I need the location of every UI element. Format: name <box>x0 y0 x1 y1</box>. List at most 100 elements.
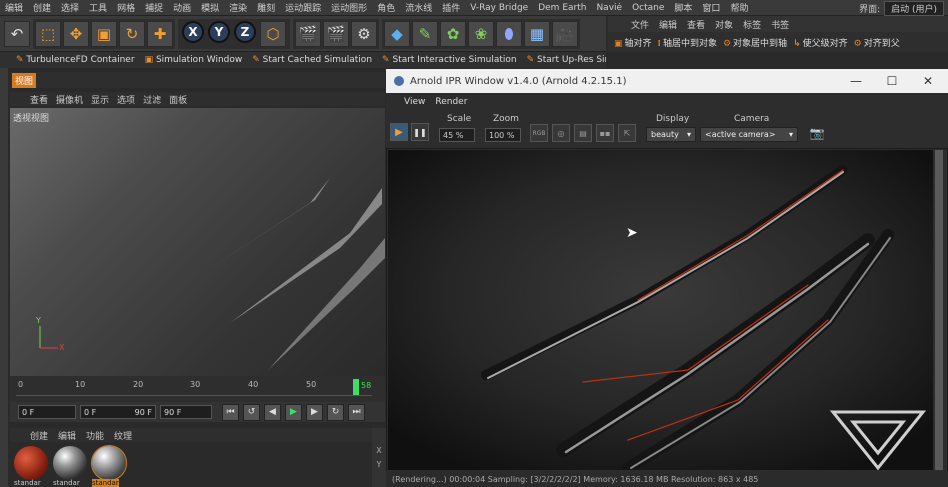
floor-icon[interactable]: ▦ <box>524 20 550 47</box>
mat-menu-create[interactable]: 创建 <box>30 429 48 442</box>
tab-simulation-window[interactable]: ▣ Simulation Window <box>145 55 243 65</box>
select-icon[interactable]: ⬚ <box>35 20 61 47</box>
start-frame-field[interactable]: 0 F <box>18 405 76 419</box>
go-to-end-icon[interactable]: ⏭ <box>348 403 365 421</box>
obj-menu-file[interactable]: 文件 <box>626 18 654 31</box>
snapshot-camera-icon[interactable]: 📷 <box>808 124 826 142</box>
vp-menu-panel[interactable]: 面板 <box>169 93 187 106</box>
globe-icon[interactable]: ◎ <box>552 124 570 142</box>
next-key-icon[interactable]: ↻ <box>327 403 344 421</box>
z-axis-button[interactable]: Z <box>234 20 256 43</box>
vp-menu-view[interactable]: 查看 <box>30 93 48 106</box>
export-icon[interactable]: ⇱ <box>618 124 636 142</box>
tab-start-cached[interactable]: ✎ Start Cached Simulation <box>252 55 372 65</box>
display-select[interactable]: beauty ▾ <box>646 127 696 142</box>
perspective-viewport[interactable]: Y X <box>10 108 385 376</box>
render-view-icon[interactable]: 🎬 <box>295 20 321 47</box>
compare-icon[interactable]: ▪▪ <box>596 124 614 142</box>
material-swatch-metal[interactable] <box>53 446 87 480</box>
axis-align-button[interactable]: ▣ 轴对齐 <box>614 36 652 49</box>
render-to-picture-viewer-icon[interactable]: 🎬 <box>323 20 349 47</box>
pen-icon[interactable]: ✎ <box>412 20 438 47</box>
x-axis-button[interactable]: X <box>182 20 204 43</box>
mat-menu-function[interactable]: 功能 <box>86 429 104 442</box>
axis-center-button[interactable]: ⁞ 轴居中到对象 <box>658 36 717 49</box>
vp-menu-options[interactable]: 选项 <box>117 93 135 106</box>
obj-menu-tags[interactable]: 标签 <box>738 18 766 31</box>
y-axis-button[interactable]: Y <box>208 20 230 43</box>
menu-item-6[interactable]: 动画 <box>168 1 196 14</box>
menu-item-4[interactable]: 网格 <box>112 1 140 14</box>
playhead-marker[interactable] <box>353 379 359 395</box>
menu-item-3[interactable]: 工具 <box>84 1 112 14</box>
obj-menu-edit[interactable]: 编辑 <box>654 18 682 31</box>
close-icon[interactable]: ✕ <box>910 69 946 93</box>
tab-turbulence-container[interactable]: ✎ TurbulenceFD Container <box>16 55 135 65</box>
play-icon[interactable]: ▶ <box>285 403 302 421</box>
menu-item-1[interactable]: 创建 <box>28 1 56 14</box>
obj-menu-object[interactable]: 对象 <box>710 18 738 31</box>
camera-icon[interactable]: 🎥 <box>552 20 578 47</box>
array-icon[interactable]: ❀ <box>468 20 494 47</box>
prev-key-icon[interactable]: ↺ <box>243 403 260 421</box>
vertical-scrollbar-thumb[interactable] <box>935 150 943 470</box>
zoom-field[interactable]: 100 % <box>485 128 521 142</box>
menu-item-13[interactable]: 流水线 <box>400 1 437 14</box>
subdivision-icon[interactable]: ✿ <box>440 20 466 47</box>
menu-item-7[interactable]: 模拟 <box>196 1 224 14</box>
menu-item-20[interactable]: 窗口 <box>697 1 725 14</box>
menu-item-12[interactable]: 角色 <box>372 1 400 14</box>
material-swatch-lava[interactable] <box>14 446 48 480</box>
vp-menu-camera[interactable]: 摄像机 <box>56 93 83 106</box>
ipr-menu-view[interactable]: View <box>404 97 425 107</box>
tab-start-interactive[interactable]: ✎ Start Interactive Simulation <box>382 55 517 65</box>
menu-item-0[interactable]: 编辑 <box>0 1 28 14</box>
mat-menu-edit[interactable]: 编辑 <box>58 429 76 442</box>
move-icon[interactable]: ✥ <box>63 20 89 47</box>
mat-menu-texture[interactable]: 纹理 <box>114 429 132 442</box>
go-to-start-icon[interactable]: ⏮ <box>222 403 239 421</box>
scale-icon[interactable]: ▣ <box>91 20 117 47</box>
timeline-ruler[interactable]: 0 10 20 30 40 50 <box>16 378 372 396</box>
menu-item-18[interactable]: Octane <box>627 3 669 13</box>
camera-select[interactable]: <active camera> ▾ <box>700 127 798 142</box>
align-to-parent-button[interactable]: ⚙ 对齐到父 <box>854 36 900 49</box>
pause-render-icon[interactable]: ❚❚ <box>411 123 429 141</box>
menu-item-9[interactable]: 雕刻 <box>252 1 280 14</box>
minimize-icon[interactable]: — <box>838 69 874 93</box>
menu-item-5[interactable]: 捕捉 <box>140 1 168 14</box>
menu-item-21[interactable]: 帮助 <box>725 1 753 14</box>
deformer-icon[interactable]: ⬮ <box>496 20 522 47</box>
rotate-icon[interactable]: ↻ <box>119 20 145 47</box>
region-icon[interactable]: ▤ <box>574 124 592 142</box>
layout-selector[interactable]: 界面: 启动 (用户) <box>859 0 944 16</box>
rgb-channel-button[interactable]: RGB <box>530 124 548 142</box>
material-swatch-selected[interactable] <box>91 445 127 481</box>
maximize-icon[interactable]: ☐ <box>874 69 910 93</box>
menu-item-14[interactable]: 插件 <box>437 1 465 14</box>
preview-range-field[interactable]: 0 F 90 F <box>80 405 156 419</box>
viewport-tab[interactable]: 视图 <box>12 73 37 88</box>
coordinate-system-icon[interactable]: ⬡ <box>260 20 286 47</box>
render-settings-icon[interactable]: ⚙ <box>351 20 377 47</box>
next-frame-icon[interactable]: ▶ <box>306 403 323 421</box>
object-center-button[interactable]: ⚙ 对象居中到轴 <box>723 36 787 49</box>
obj-menu-bookmarks[interactable]: 书签 <box>766 18 794 31</box>
prev-frame-icon[interactable]: ◀ <box>264 403 281 421</box>
ipr-menu-render[interactable]: Render <box>435 97 467 107</box>
ipr-titlebar[interactable]: Arnold IPR Window v1.4.0 (Arnold 4.2.15.… <box>386 69 948 93</box>
layout-dropdown[interactable]: 启动 (用户) <box>884 0 944 16</box>
menu-item-15[interactable]: V-Ray Bridge <box>465 3 533 13</box>
menu-item-8[interactable]: 渲染 <box>224 1 252 14</box>
menu-item-2[interactable]: 选择 <box>56 1 84 14</box>
add-icon[interactable]: ✚ <box>147 20 173 47</box>
menu-item-19[interactable]: 脚本 <box>669 1 697 14</box>
render-output[interactable] <box>388 150 933 470</box>
obj-menu-view[interactable]: 查看 <box>682 18 710 31</box>
menu-item-10[interactable]: 运动跟踪 <box>280 1 326 14</box>
vp-menu-filter[interactable]: 过滤 <box>143 93 161 106</box>
menu-item-16[interactable]: Dem Earth <box>533 3 591 13</box>
undo-icon[interactable]: ↶ <box>4 20 30 47</box>
tab-start-upres[interactable]: ✎ Start Up-Res Simul <box>527 55 606 65</box>
parent-align-button[interactable]: ↳ 使父级对齐 <box>793 36 848 49</box>
